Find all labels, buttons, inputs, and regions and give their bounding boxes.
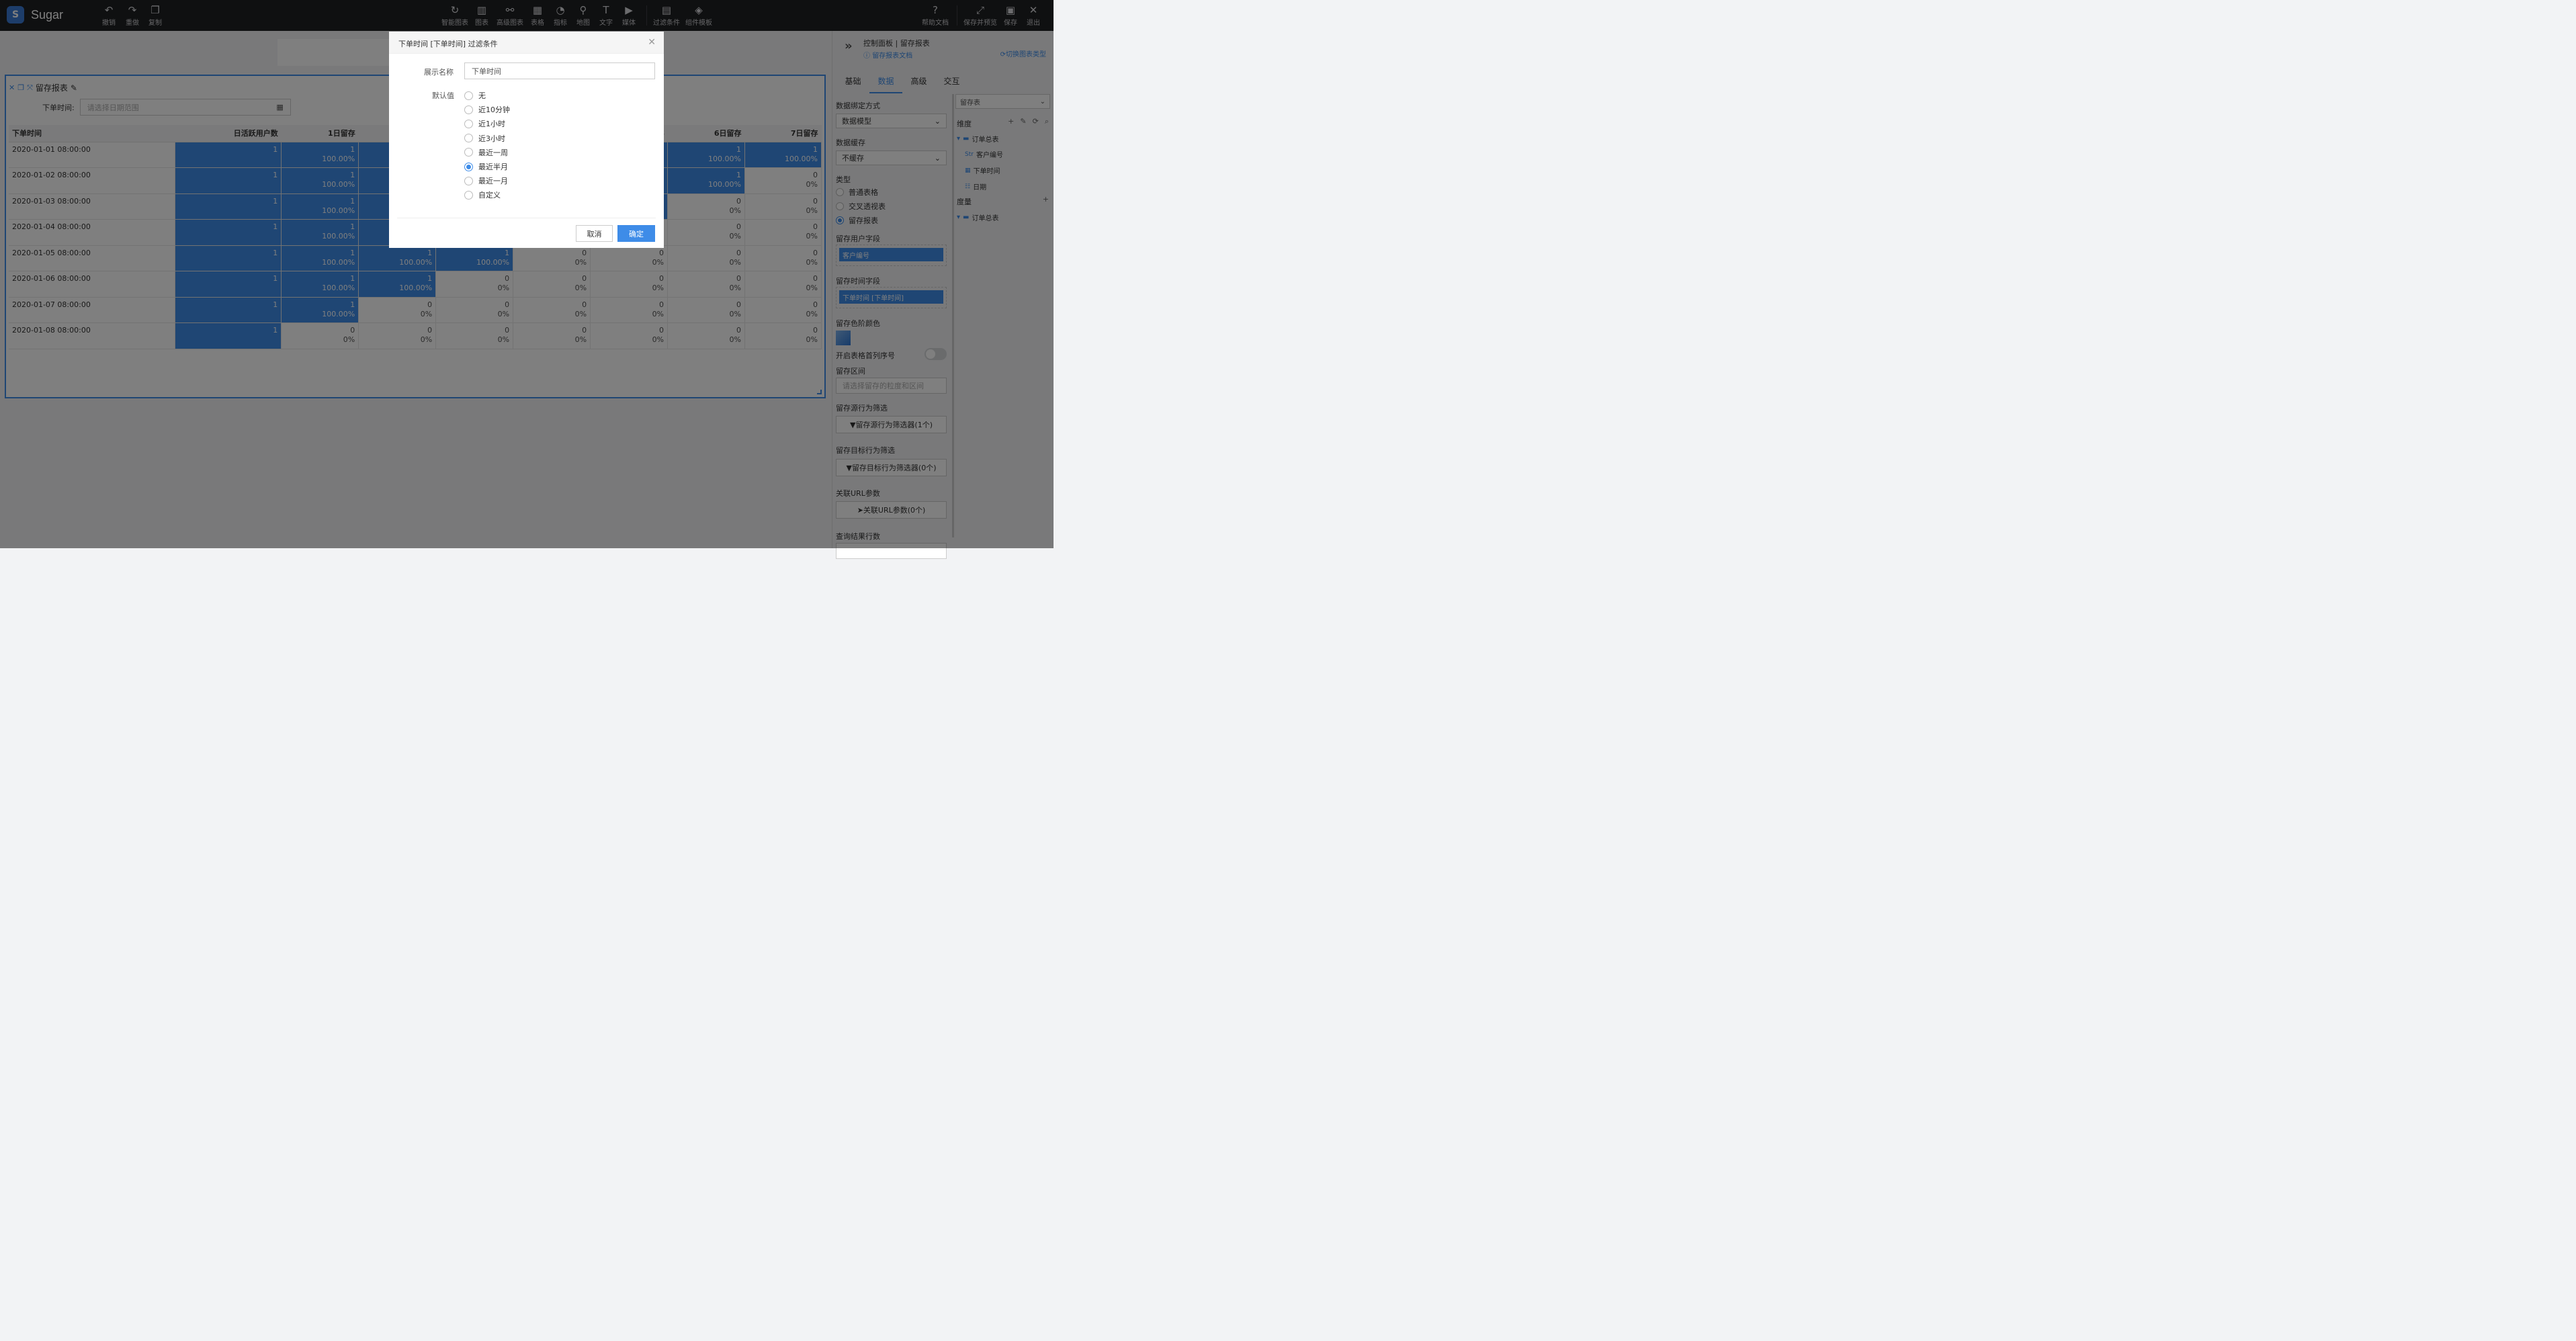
radio-icon — [464, 91, 473, 100]
default-option[interactable]: 最近半月 — [464, 161, 508, 172]
option-label: 无 — [478, 91, 486, 100]
default-option[interactable]: 无 — [464, 90, 486, 101]
radio-checked-icon — [464, 162, 473, 171]
dialog-title: 下单时间 [下单时间] 过滤条件 — [398, 40, 498, 48]
close-icon[interactable]: ✕ — [648, 37, 656, 48]
option-label: 近10分钟 — [478, 105, 510, 115]
option-label: 最近一周 — [478, 148, 508, 157]
option-label: 最近半月 — [478, 163, 508, 171]
radio-icon — [464, 176, 473, 185]
default-option[interactable]: 自定义 — [464, 189, 501, 200]
dialog-header: 下单时间 [下单时间] 过滤条件 ✕ — [389, 32, 664, 54]
display-name-label: 展示名称 — [424, 68, 454, 77]
option-label: 自定义 — [478, 191, 501, 200]
display-name-input[interactable]: 下单时间 — [464, 62, 655, 79]
option-label: 最近一月 — [478, 177, 508, 186]
default-option[interactable]: 近10分钟 — [464, 104, 510, 115]
radio-icon — [464, 134, 473, 143]
radio-icon — [464, 148, 473, 157]
option-label: 近1小时 — [478, 120, 505, 129]
cancel-button[interactable]: 取消 — [576, 225, 613, 242]
radio-icon — [464, 190, 473, 200]
option-label: 近3小时 — [478, 134, 505, 143]
default-option[interactable]: 最近一周 — [464, 147, 508, 158]
radio-icon — [464, 119, 473, 128]
default-value-label: 默认值 — [432, 91, 454, 100]
confirm-button[interactable]: 确定 — [617, 225, 655, 242]
filter-condition-dialog: 下单时间 [下单时间] 过滤条件 ✕ 展示名称 下单时间 默认值 无近10分钟近… — [389, 32, 664, 248]
default-option[interactable]: 最近一月 — [464, 175, 508, 186]
default-option[interactable]: 近3小时 — [464, 133, 505, 144]
default-option[interactable]: 近1小时 — [464, 118, 505, 129]
radio-icon — [464, 105, 473, 114]
